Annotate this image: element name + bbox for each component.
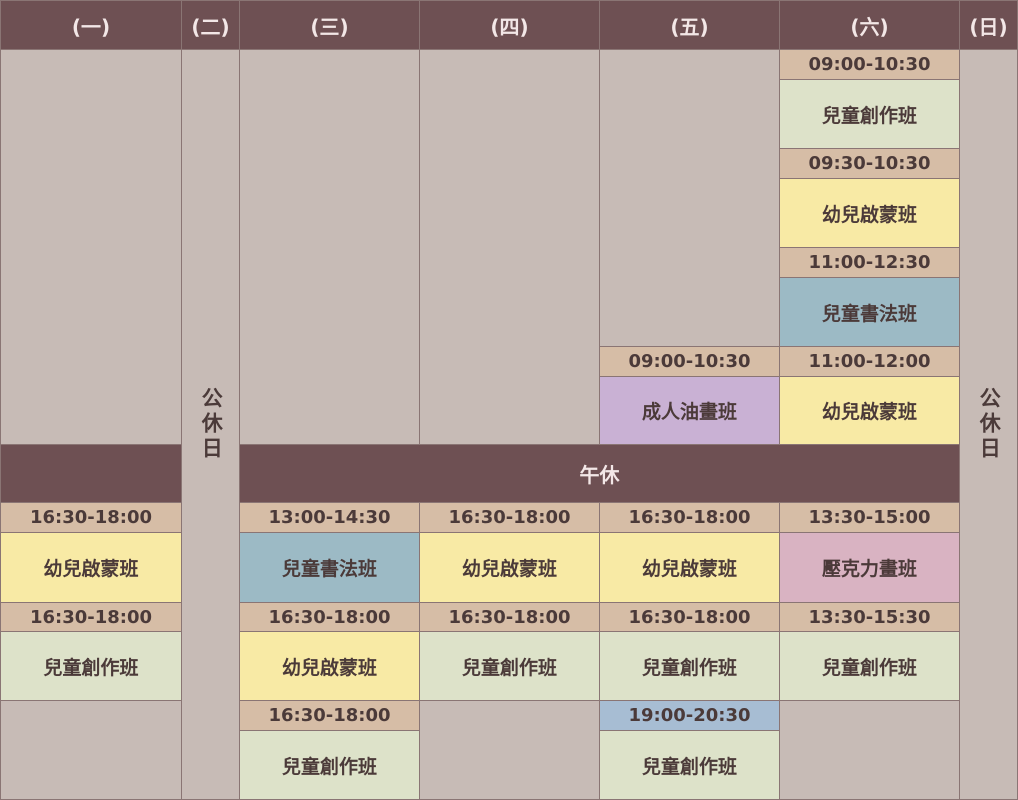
class-name: 兒童創作班 xyxy=(599,730,780,800)
class-time: 16:30-18:00 xyxy=(419,502,600,533)
lunch-band-mon xyxy=(0,444,182,503)
class-time: 11:00-12:00 xyxy=(779,346,960,377)
class-time: 13:00-14:30 xyxy=(239,502,420,533)
empty-slot xyxy=(239,49,420,445)
class-time: 11:00-12:30 xyxy=(779,247,960,278)
header-thu: (四) xyxy=(419,0,600,50)
class-name: 兒童創作班 xyxy=(0,631,182,701)
class-name: 兒童書法班 xyxy=(779,277,960,347)
class-time: 16:30-18:00 xyxy=(599,502,780,533)
class-time: 13:30-15:30 xyxy=(779,602,960,632)
class-time: 09:30-10:30 xyxy=(779,148,960,179)
closed-label: 公休日 xyxy=(199,387,224,462)
closed-day-tue: 公休日 xyxy=(181,49,240,800)
class-time: 09:00-10:30 xyxy=(779,49,960,80)
header-sun: (日) xyxy=(959,0,1018,50)
empty-slot xyxy=(419,49,600,445)
closed-day-sun: 公休日 xyxy=(959,49,1018,800)
empty-slot xyxy=(419,700,600,800)
class-name: 幼兒啟蒙班 xyxy=(419,532,600,603)
class-time: 16:30-18:00 xyxy=(599,602,780,632)
class-name: 幼兒啟蒙班 xyxy=(0,532,182,603)
class-name: 兒童創作班 xyxy=(779,631,960,701)
class-time: 16:30-18:00 xyxy=(0,502,182,533)
header-wed: (三) xyxy=(239,0,420,50)
class-name: 成人油畫班 xyxy=(599,376,780,445)
class-time: 16:30-18:00 xyxy=(239,602,420,632)
class-name: 兒童創作班 xyxy=(599,631,780,701)
empty-slot xyxy=(779,700,960,800)
class-time: 16:30-18:00 xyxy=(239,700,420,731)
class-name: 幼兒啟蒙班 xyxy=(779,376,960,445)
header-tue: (二) xyxy=(181,0,240,50)
empty-slot xyxy=(599,49,780,347)
closed-label: 公休日 xyxy=(977,387,1002,462)
class-time: 16:30-18:00 xyxy=(419,602,600,632)
class-name: 兒童創作班 xyxy=(419,631,600,701)
class-name: 壓克力畫班 xyxy=(779,532,960,603)
header-fri: (五) xyxy=(599,0,780,50)
class-time: 09:00-10:30 xyxy=(599,346,780,377)
empty-slot xyxy=(0,49,182,445)
header-sat: (六) xyxy=(779,0,960,50)
class-time: 19:00-20:30 xyxy=(599,700,780,731)
lunch-band: 午休 xyxy=(239,444,960,503)
class-name: 幼兒啟蒙班 xyxy=(599,532,780,603)
class-name: 幼兒啟蒙班 xyxy=(239,631,420,701)
header-mon: (一) xyxy=(0,0,182,50)
empty-slot xyxy=(0,700,182,800)
class-time: 16:30-18:00 xyxy=(0,602,182,632)
class-name: 幼兒啟蒙班 xyxy=(779,178,960,248)
class-name: 兒童創作班 xyxy=(239,730,420,800)
class-name: 兒童創作班 xyxy=(779,79,960,149)
class-name: 兒童書法班 xyxy=(239,532,420,603)
class-time: 13:30-15:00 xyxy=(779,502,960,533)
